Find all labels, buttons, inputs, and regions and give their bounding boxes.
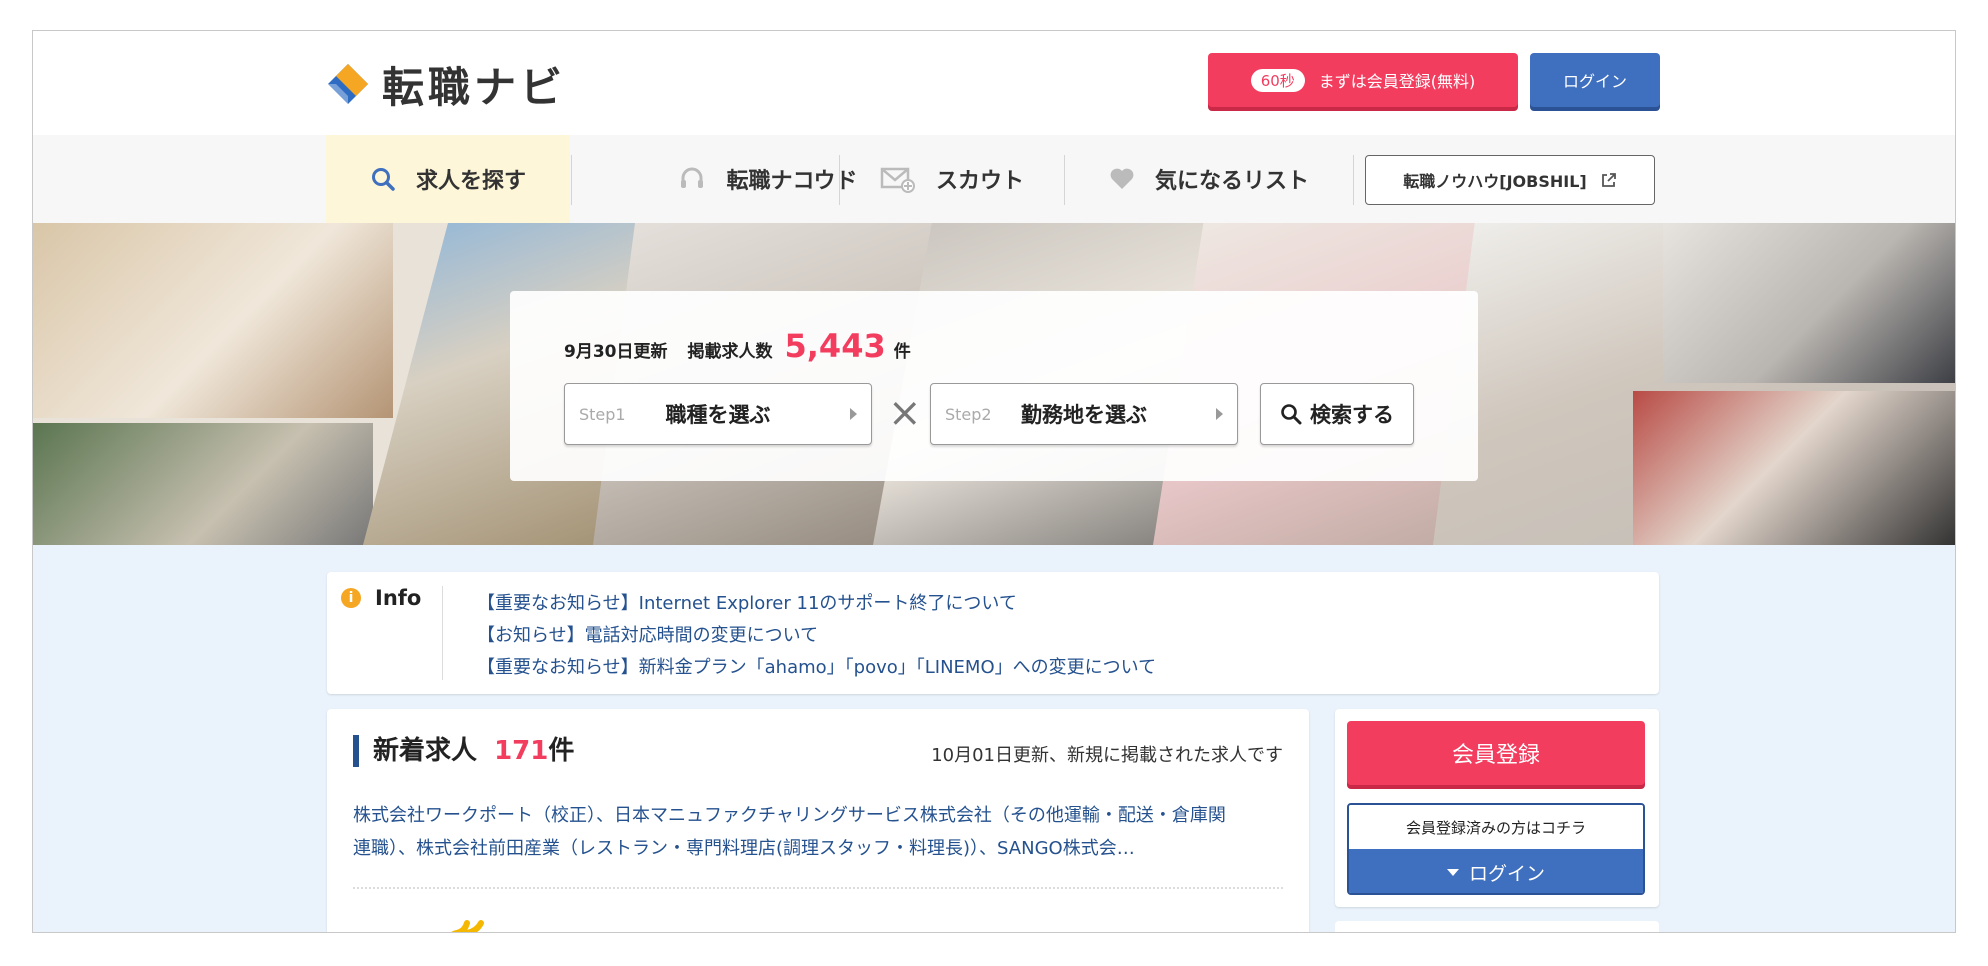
times-icon: × [888, 390, 922, 436]
new-jobs-count-unit: 件 [548, 736, 575, 766]
job-search-panel: 9月30日更新 掲載求人数 5,443 件 Step1 職種を選ぶ × Step… [510, 291, 1478, 481]
login-button-label: ログイン [1562, 72, 1627, 91]
dotted-divider [353, 887, 1283, 889]
jobshil-link-label: 転職ノウハウ[JOBSHIL] [1403, 172, 1587, 191]
info-link[interactable]: 【重要なお知らせ】新料金プラン「ahamo」「povo」「LINEMO」への変更… [477, 652, 1156, 684]
site-logo[interactable]: 転職ナビ [326, 59, 566, 112]
logo-text: 転職ナビ [382, 62, 567, 112]
page-frame: 転職ナビ 60秒 まずは会員登録(無料) ログイン 求人を探す 転職ナコウド ス… [32, 30, 1956, 933]
heart-icon [1110, 168, 1134, 189]
company-logo-icon [451, 920, 484, 932]
company-line: 株式会社ワークポート（校正）、日本マニュファクチャリングサービス株式会社（その他… [353, 805, 1226, 826]
nav-divider [1353, 155, 1354, 205]
main-nav: 求人を探す 転職ナコウド スカウト 気になるリスト 転職ノウハウ[JOBSHIL… [33, 135, 1955, 223]
logo-mark-icon [328, 64, 368, 104]
nav-item-favorites[interactable]: 気になるリスト [1065, 135, 1353, 223]
select-location-button[interactable]: Step2 勤務地を選ぶ [930, 383, 1238, 445]
new-jobs-company-list[interactable]: 株式会社ワークポート（校正）、日本マニュファクチャリングサービス株式会社（その他… [353, 799, 1283, 865]
listed-count-value: 5,443 [784, 327, 886, 365]
select-job-type-button[interactable]: Step1 職種を選ぶ [564, 383, 872, 445]
nav-item-label: 求人を探す [415, 169, 526, 194]
updated-date: 9月30日更新 [564, 342, 668, 362]
external-link-icon [1601, 173, 1616, 187]
register-button-label: まずは会員登録(無料) [1318, 72, 1476, 91]
member-sidebar: 会員登録 会員登録済みの方はコチラ ログイン [1335, 709, 1659, 907]
info-link[interactable]: 【重要なお知らせ】Internet Explorer 11のサポート終了について [477, 588, 1156, 620]
job-count-row: 9月30日更新 掲載求人数 5,443 件 [564, 327, 911, 365]
nav-item-scout[interactable]: スカウト [840, 135, 1064, 223]
sidebar-login-button[interactable]: ログイン [1349, 849, 1643, 893]
step-title: 勤務地を選ぶ [1021, 403, 1147, 427]
content-area: i Info 【重要なお知らせ】Internet Explorer 11のサポー… [33, 545, 1955, 932]
chevron-right-icon [850, 408, 857, 420]
sidebar-register-button[interactable]: 会員登録 [1347, 721, 1645, 785]
caret-down-icon [1446, 868, 1459, 876]
new-jobs-panel: 新着求人 171件 10月01日更新、新規に掲載された求人です 株式会社ワークポ… [327, 709, 1309, 932]
hero-photo-businessman [33, 423, 373, 545]
search-button[interactable]: 検索する [1260, 383, 1414, 445]
search-icon [1281, 404, 1302, 425]
info-heading-text: Info [375, 586, 422, 610]
sidebar-card [1335, 921, 1659, 932]
jobshil-link-button[interactable]: 転職ノウハウ[JOBSHIL] [1365, 155, 1655, 205]
hero-photo-waitress [33, 223, 393, 418]
info-heading: i Info [341, 586, 421, 610]
register-button[interactable]: 60秒 まずは会員登録(無料) [1208, 53, 1518, 107]
new-jobs-count: 171 [494, 736, 549, 766]
search-icon [371, 168, 395, 191]
info-divider [442, 586, 443, 680]
info-panel: i Info 【重要なお知らせ】Internet Explorer 11のサポー… [327, 572, 1659, 694]
nav-item-label: 転職ナコウド [726, 169, 858, 194]
listed-count-label: 掲載求人数 [687, 342, 773, 362]
sidebar-register-label: 会員登録 [1451, 743, 1540, 768]
new-jobs-title-text: 新着求人 [373, 736, 478, 766]
login-button[interactable]: ログイン [1530, 53, 1660, 107]
site-header: 転職ナビ 60秒 まずは会員登録(無料) ログイン [33, 31, 1955, 135]
new-jobs-title: 新着求人 171件 [353, 735, 574, 767]
sidebar-login-box: 会員登録済みの方はコチラ ログイン [1347, 803, 1645, 895]
info-icon: i [341, 588, 361, 608]
chevron-right-icon [1216, 408, 1223, 420]
headset-icon [681, 167, 704, 188]
sidebar-login-label: ログイン [1468, 862, 1545, 885]
info-link[interactable]: 【お知らせ】電話対応時間の変更について [477, 620, 1156, 652]
register-time-badge: 60秒 [1250, 68, 1305, 92]
mail-plus-icon [880, 167, 915, 193]
company-line: 連職）、株式会社前田産業（レストラン・専門料理店(調理スタッフ・料理長)）、SA… [353, 838, 1135, 859]
nav-item-label: スカウト [935, 169, 1024, 194]
new-jobs-meta: 10月01日更新、新規に掲載された求人です [931, 745, 1283, 766]
nav-item-search-jobs[interactable]: 求人を探す [326, 135, 570, 223]
info-link-list: 【重要なお知らせ】Internet Explorer 11のサポート終了について… [477, 588, 1156, 684]
hero-photo-businessmen [1663, 223, 1955, 383]
hero-photo-shop-staff [1633, 391, 1955, 545]
step-title: 職種を選ぶ [665, 403, 771, 427]
nav-item-label: 気になるリスト [1154, 169, 1309, 194]
search-button-label: 検索する [1310, 403, 1394, 427]
listed-count-unit: 件 [893, 342, 911, 362]
hero-banner: 9月30日更新 掲載求人数 5,443 件 Step1 職種を選ぶ × Step… [33, 223, 1955, 545]
sidebar-login-note: 会員登録済みの方はコチラ [1349, 805, 1643, 849]
